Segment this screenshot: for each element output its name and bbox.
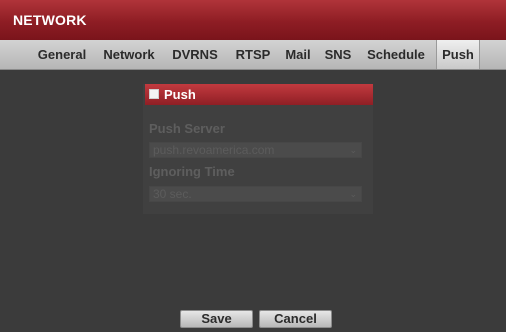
dropdown-arrow-icon: ⌄ bbox=[349, 145, 357, 155]
tab-general[interactable]: General bbox=[36, 40, 88, 69]
push-enable-checkbox[interactable] bbox=[149, 89, 159, 99]
chevron-down-icon: ⌄ bbox=[349, 189, 357, 199]
tab-mail[interactable]: Mail bbox=[283, 40, 313, 69]
ignoring-time-label: Ignoring Time bbox=[149, 164, 235, 179]
tab-network[interactable]: Network bbox=[100, 40, 158, 69]
push-server-label: Push Server bbox=[149, 121, 225, 136]
title-bar: NETWORK bbox=[0, 0, 506, 40]
tab-dvrns[interactable]: DVRNS bbox=[170, 40, 220, 69]
ignoring-time-select[interactable]: 30 sec. ⌄ bbox=[149, 186, 362, 202]
tab-schedule[interactable]: Schedule bbox=[365, 40, 427, 69]
tab-sns[interactable]: SNS bbox=[321, 40, 355, 69]
push-enable-header: Push bbox=[145, 84, 373, 105]
tab-rtsp[interactable]: RTSP bbox=[232, 40, 274, 69]
ignoring-time-value: 30 sec. bbox=[153, 187, 192, 201]
push-server-field[interactable]: push.revoamerica.com ⌄ bbox=[149, 142, 362, 158]
tab-push[interactable]: Push bbox=[436, 40, 480, 69]
push-server-value: push.revoamerica.com bbox=[153, 143, 275, 157]
save-button[interactable]: Save bbox=[180, 310, 253, 328]
tab-bar: General Network DVRNS RTSP Mail SNS Sche… bbox=[0, 40, 506, 70]
window-title: NETWORK bbox=[13, 12, 87, 28]
cancel-button[interactable]: Cancel bbox=[259, 310, 332, 328]
network-settings-window: NETWORK General Network DVRNS RTSP Mail … bbox=[0, 0, 506, 332]
push-enable-label: Push bbox=[164, 87, 196, 102]
